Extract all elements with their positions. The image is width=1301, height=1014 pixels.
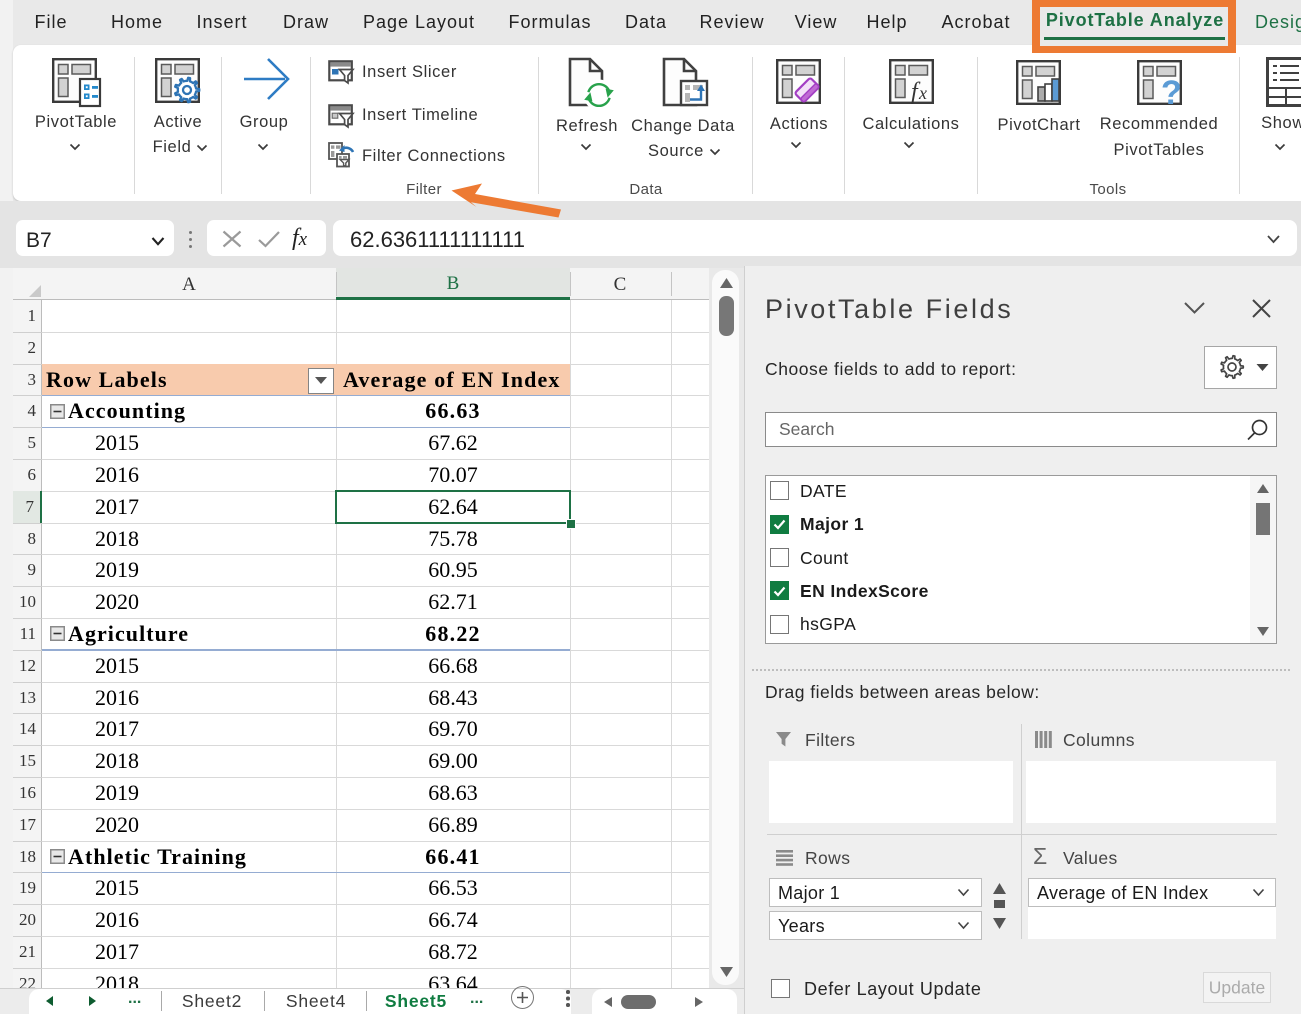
svg-text:?: ? — [1161, 74, 1182, 112]
svg-text:x: x — [918, 83, 927, 103]
